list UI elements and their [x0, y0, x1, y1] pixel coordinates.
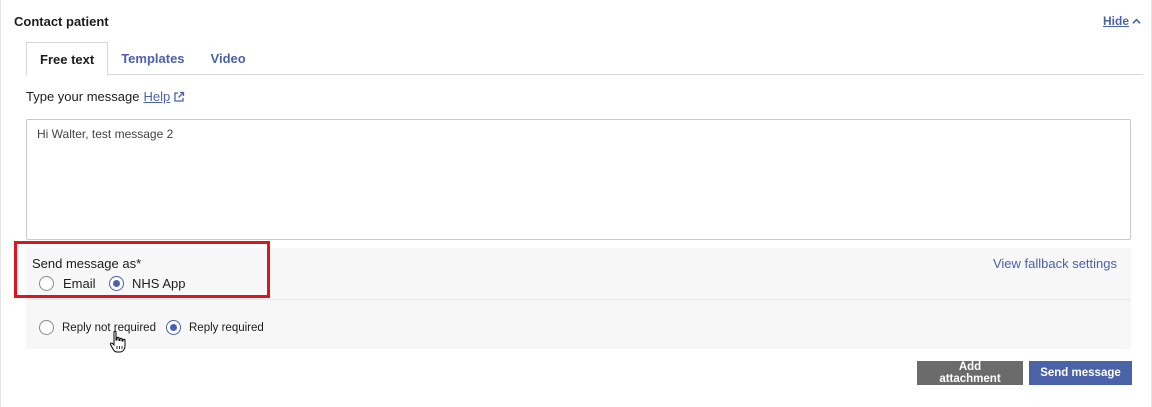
- reply-not-required-option[interactable]: Reply not required: [39, 320, 156, 335]
- hide-toggle[interactable]: Hide: [1103, 14, 1141, 28]
- contact-patient-panel: Contact patient Hide Free text Templates…: [0, 0, 1152, 407]
- reply-required-radio[interactable]: [166, 320, 181, 335]
- section-title: Contact patient: [14, 14, 109, 29]
- tab-free-text[interactable]: Free text: [26, 42, 109, 76]
- reply-required-label: Reply required: [189, 321, 264, 334]
- external-link-icon: [174, 91, 185, 102]
- tab-video[interactable]: Video: [198, 42, 259, 75]
- send-message-button[interactable]: Send message: [1029, 361, 1132, 385]
- message-label-row: Type your message Help: [26, 89, 185, 104]
- message-textarea[interactable]: Hi Walter, test message 2: [26, 119, 1131, 240]
- reply-not-required-radio[interactable]: [39, 320, 54, 335]
- message-label: Type your message: [26, 89, 140, 104]
- add-attachment-button[interactable]: Add attachment: [917, 361, 1023, 385]
- options-divider: [26, 299, 1131, 300]
- tab-templates[interactable]: Templates: [108, 42, 197, 75]
- help-link[interactable]: Help: [143, 89, 185, 104]
- reply-required-option[interactable]: Reply required: [166, 320, 264, 335]
- view-fallback-settings-link[interactable]: View fallback settings: [993, 256, 1117, 271]
- hand-pointer-cursor-icon: [109, 330, 126, 353]
- hide-label: Hide: [1102, 14, 1129, 28]
- help-label: Help: [143, 89, 171, 104]
- highlight-box: [14, 241, 270, 298]
- chevron-up-icon: [1132, 18, 1141, 24]
- message-tabs: Free text Templates Video: [26, 42, 1143, 76]
